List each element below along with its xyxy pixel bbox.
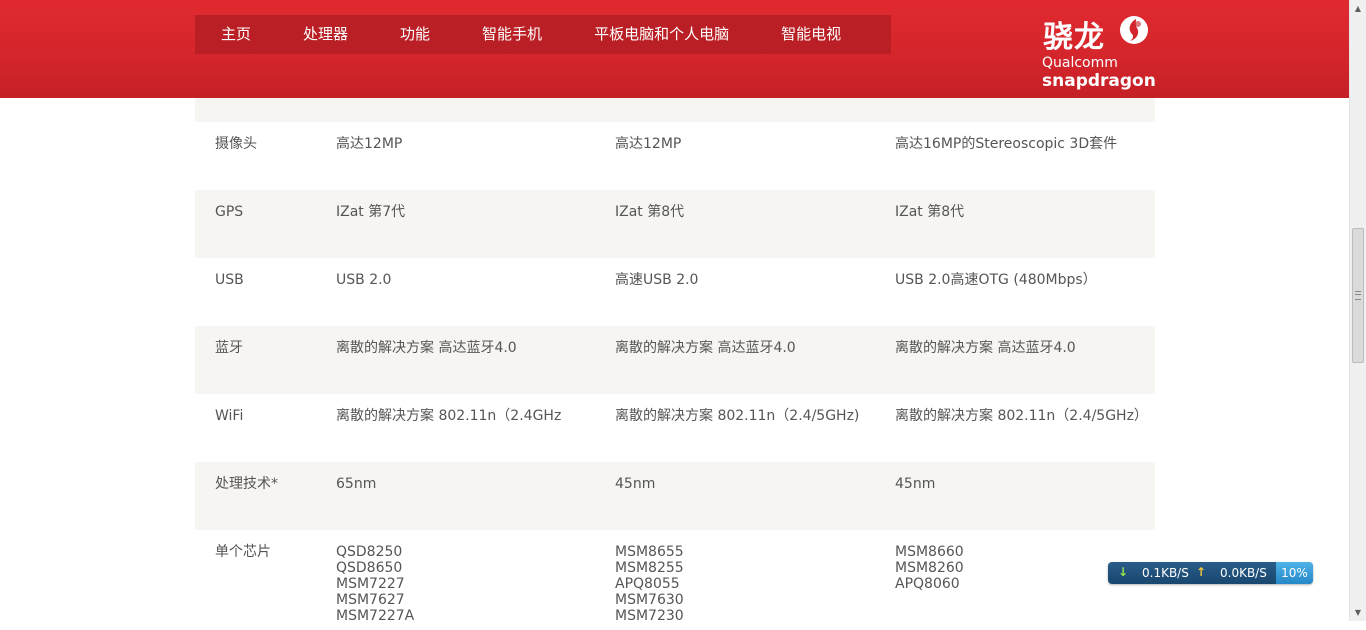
table-row: WiFi 离散的解决方案 802.11n（2.4GHz 离散的解决方案 802.…: [195, 394, 1155, 462]
grip-icon: [1355, 291, 1361, 300]
nav-item-processors[interactable]: 处理器: [277, 15, 374, 54]
spec-value: IZat 第7代: [336, 204, 406, 220]
table-row-chips: 单个芯片 QSD8250 QSD8650 MSM7227 MSM7627 MSM…: [195, 530, 1155, 630]
chip-model: QSD8250: [336, 544, 403, 560]
nav-item-smart-tv[interactable]: 智能电视: [755, 15, 867, 54]
main-nav: 主页 处理器 功能 智能手机 平板电脑和个人电脑 智能电视: [195, 15, 891, 54]
spec-value: 45nm: [615, 476, 656, 492]
table-row: 处理技术* 65nm 45nm 45nm: [195, 462, 1155, 530]
network-monitor-widget[interactable]: ↓ 0.1KB/S ↑ 0.0KB/S 10%: [1108, 562, 1313, 584]
nav-item-tablets-pcs[interactable]: 平板电脑和个人电脑: [568, 15, 755, 54]
chip-model: MSM7630: [615, 592, 684, 608]
chip-list: MSM8660 MSM8260 APQ8060: [895, 544, 964, 592]
spec-value: 45nm: [895, 476, 936, 492]
chip-model: MSM8255: [615, 560, 684, 576]
chip-model: MSM8655: [615, 544, 684, 560]
upload-speed: 0.0KB/S: [1220, 566, 1267, 580]
spec-value: 离散的解决方案 高达蓝牙4.0: [895, 340, 1076, 356]
chip-model: APQ8055: [615, 576, 680, 592]
spec-value: 离散的解决方案 802.11n（2.4/5GHz）: [895, 408, 1148, 424]
row-label: 单个芯片: [215, 544, 271, 560]
usage-percent: 10%: [1276, 562, 1313, 584]
row-label: GPS: [215, 204, 244, 220]
download-arrow-icon: ↓: [1118, 565, 1129, 579]
snapdragon-logo[interactable]: 骁龙 Qualcomm snapdragon: [1041, 12, 1156, 92]
spec-value: 离散的解决方案 高达蓝牙4.0: [336, 340, 517, 356]
chip-model: APQ8060: [895, 576, 960, 592]
chip-model: MSM7627: [336, 592, 405, 608]
site-header: 主页 处理器 功能 智能手机 平板电脑和个人电脑 智能电视 骁龙 Qualcom…: [0, 0, 1349, 98]
table-row: 蓝牙 离散的解决方案 高达蓝牙4.0 离散的解决方案 高达蓝牙4.0 离散的解决…: [195, 326, 1155, 394]
upload-arrow-icon: ↑: [1196, 565, 1207, 579]
nav-item-home[interactable]: 主页: [195, 15, 277, 54]
download-speed: 0.1KB/S: [1142, 566, 1189, 580]
row-label: 处理技术*: [215, 476, 278, 492]
spec-value: USB 2.0高速OTG (480Mbps）: [895, 272, 1097, 288]
row-label: 蓝牙: [215, 340, 243, 356]
row-label: USB: [215, 272, 244, 288]
spec-value: 高达12MP: [615, 136, 682, 152]
spec-value: IZat 第8代: [615, 204, 685, 220]
vertical-scrollbar[interactable]: ▲ ▼: [1349, 0, 1366, 621]
spec-value: 离散的解决方案 802.11n（2.4/5GHz): [615, 408, 860, 424]
chip-model: MSM7227: [336, 576, 405, 592]
chip-list: MSM8655 MSM8255 APQ8055 MSM7630 MSM7230: [615, 544, 684, 624]
spec-value: 高达12MP: [336, 136, 403, 152]
spec-value: IZat 第8代: [895, 204, 965, 220]
spec-value: 离散的解决方案 高达蓝牙4.0: [615, 340, 796, 356]
nav-item-smartphones[interactable]: 智能手机: [456, 15, 568, 54]
chip-model: MSM8260: [895, 560, 964, 576]
scroll-thumb[interactable]: [1352, 228, 1364, 363]
logo-brand-text: Qualcomm: [1042, 55, 1118, 71]
nav-item-features[interactable]: 功能: [374, 15, 456, 54]
scroll-up-icon[interactable]: ▲: [1350, 0, 1366, 17]
logo-chinese-text: 骁龙: [1043, 20, 1105, 55]
table-row: USB USB 2.0 高速USB 2.0 USB 2.0高速OTG (480M…: [195, 258, 1155, 326]
table-row: GPS IZat 第7代 IZat 第8代 IZat 第8代: [195, 190, 1155, 258]
snapdragon-flame-icon: [1120, 16, 1148, 44]
spec-value: 高达16MP的Stereoscopic 3D套件: [895, 136, 1118, 152]
spec-value: 高速USB 2.0: [615, 272, 699, 288]
chip-list: QSD8250 QSD8650 MSM7227 MSM7627 MSM7227A: [336, 544, 414, 624]
chip-model: MSM7227A: [336, 608, 415, 624]
spec-value: 65nm: [336, 476, 377, 492]
chip-model: MSM8660: [895, 544, 964, 560]
scroll-down-icon[interactable]: ▼: [1350, 604, 1366, 621]
logo-product-text: snapdragon: [1042, 71, 1156, 91]
row-label: 摄像头: [215, 136, 257, 152]
chip-model: QSD8650: [336, 560, 403, 576]
spec-value: USB 2.0: [336, 272, 392, 288]
chip-model: MSM7230: [615, 608, 684, 624]
table-row: 摄像头 高达12MP 高达12MP 高达16MP的Stereoscopic 3D…: [195, 122, 1155, 190]
spec-value: 离散的解决方案 802.11n（2.4GHz: [336, 408, 562, 424]
row-label: WiFi: [215, 408, 244, 424]
